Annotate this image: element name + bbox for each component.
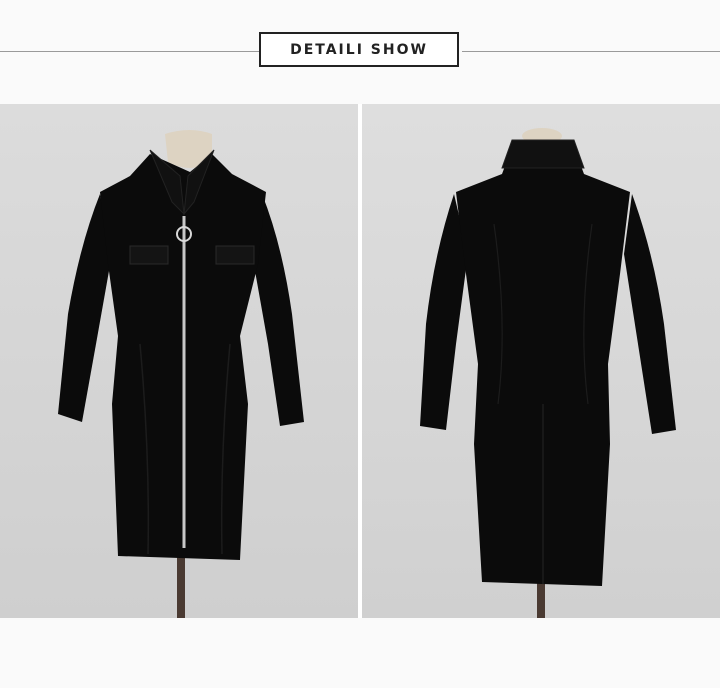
pocket-left [129, 245, 169, 265]
footer-band [0, 618, 720, 688]
back-dress-illustration [420, 128, 676, 618]
front-view-photo [0, 104, 358, 618]
left-sleeve [58, 194, 112, 422]
collar [501, 139, 585, 169]
header-rule-right [462, 51, 720, 52]
pocket-right [215, 245, 255, 265]
section-title-box: DETAILI SHOW [259, 32, 459, 67]
front-dress-illustration [58, 130, 304, 618]
section-title: DETAILI SHOW [290, 41, 428, 58]
back-view-photo [362, 104, 720, 618]
header-rule-left [0, 51, 260, 52]
right-sleeve [624, 194, 676, 434]
